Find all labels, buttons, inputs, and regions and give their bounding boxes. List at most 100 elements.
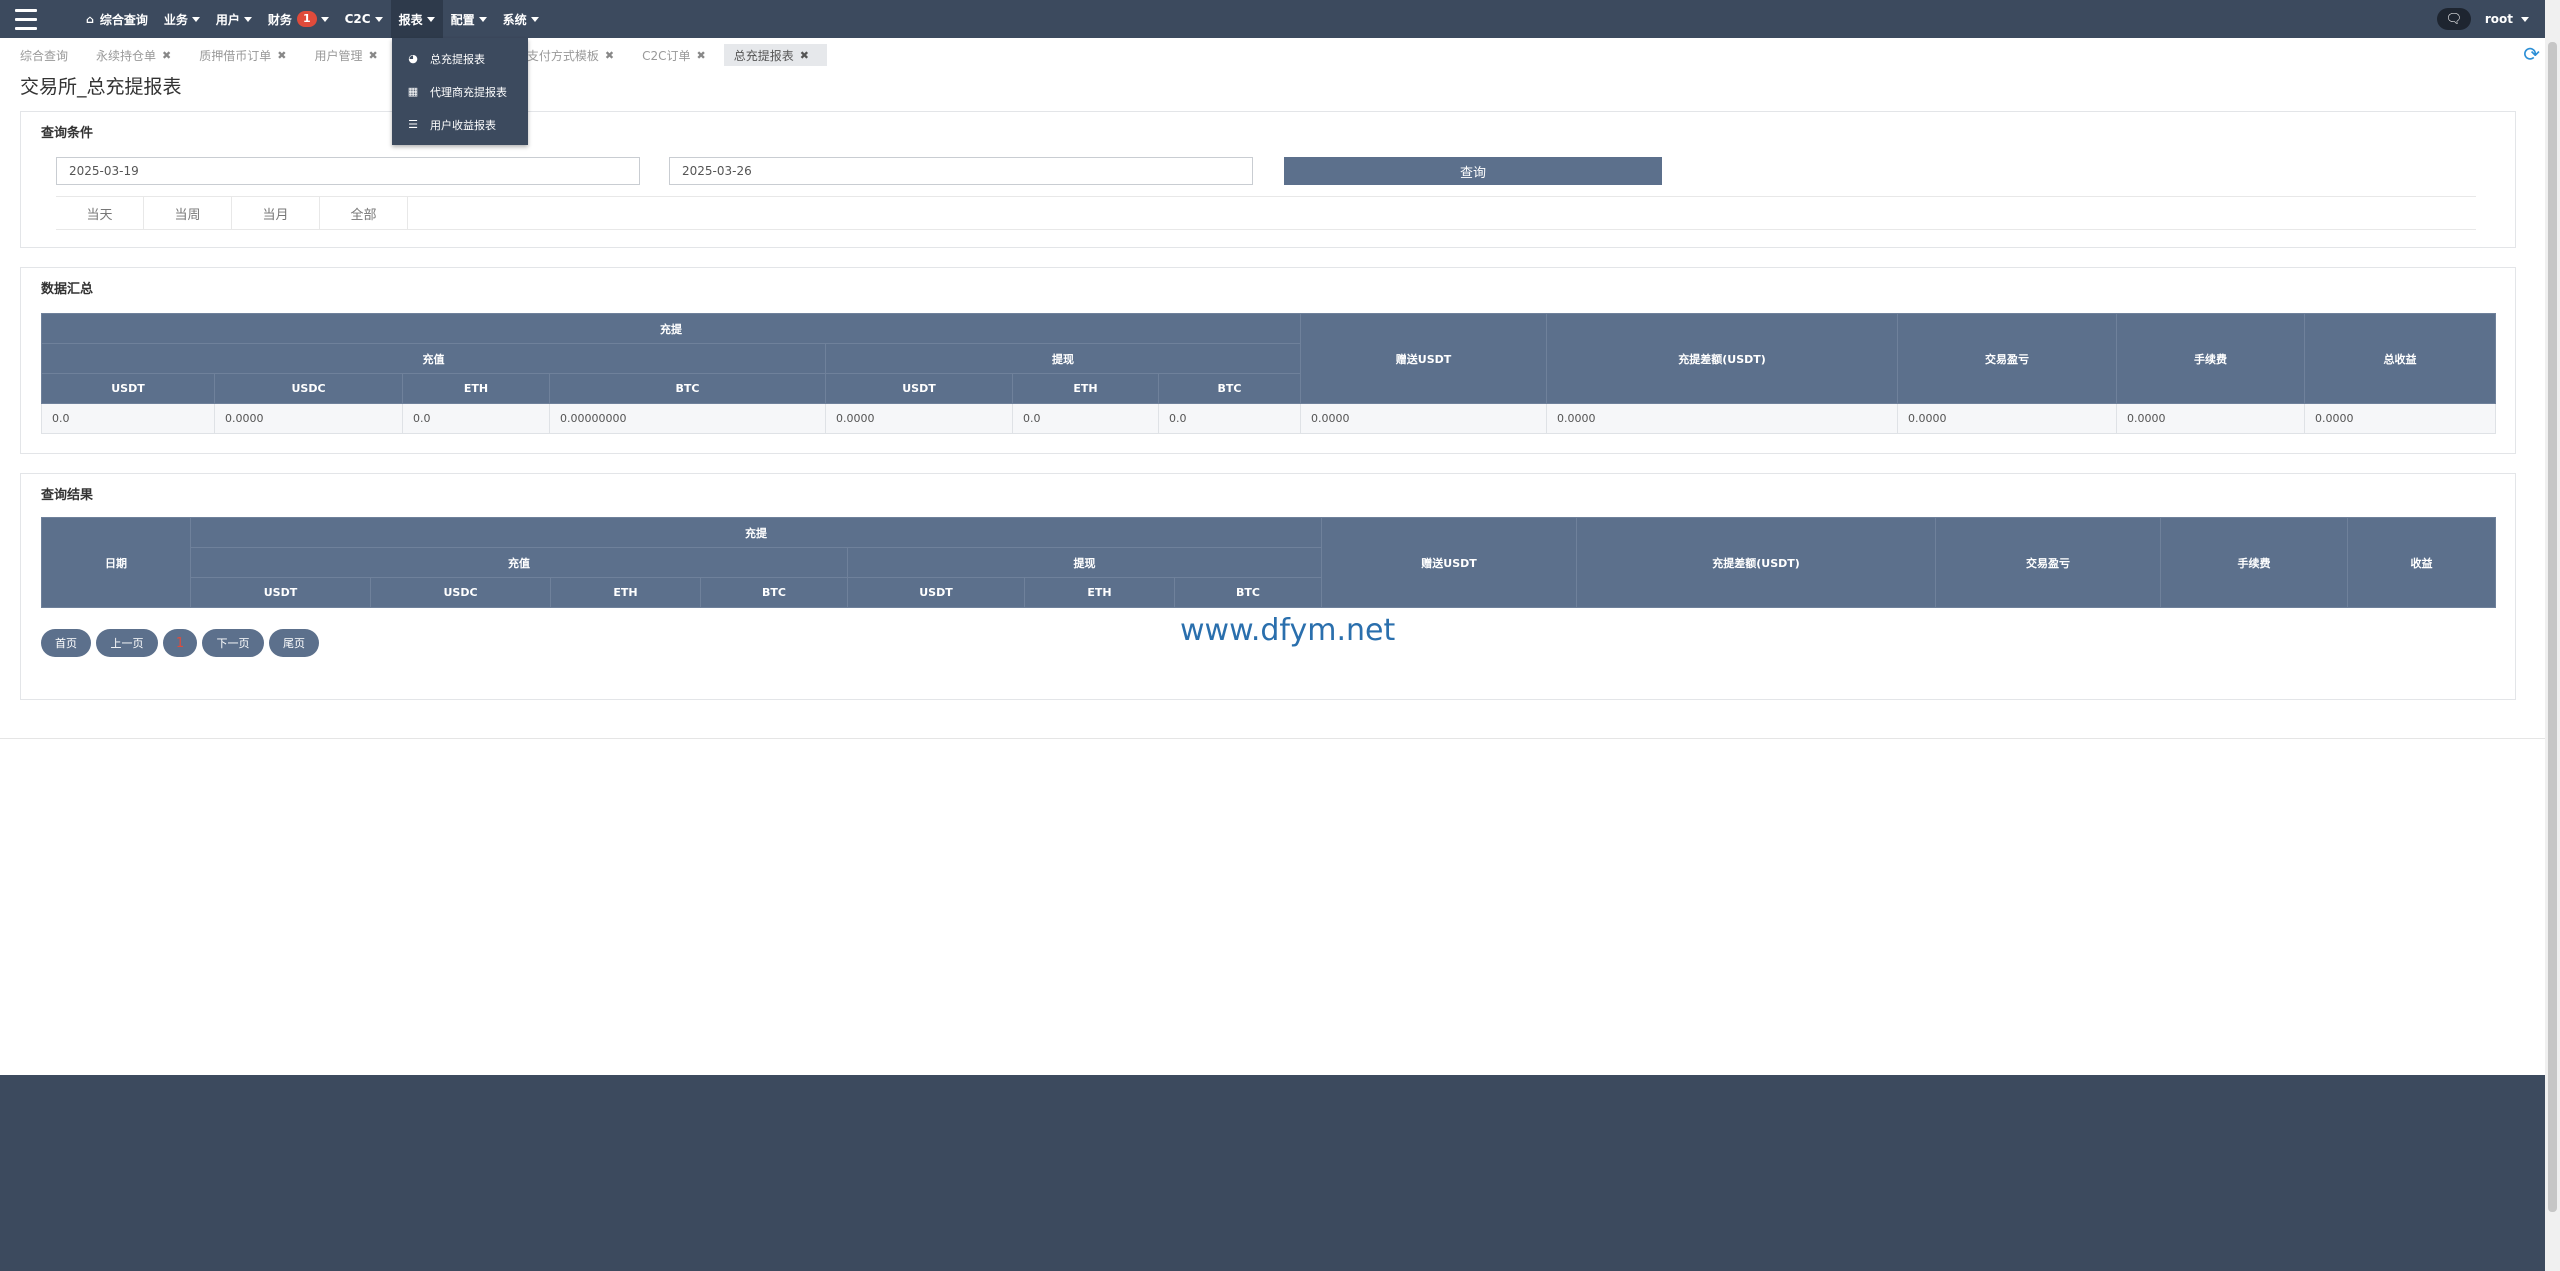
close-icon[interactable]: ✖	[162, 49, 171, 62]
nav-menu: ⌂ 综合查询 业务 用户 财务 1 C2C 报表 配置 系统	[78, 0, 547, 38]
nav-config[interactable]: 配置	[443, 0, 495, 38]
quick-month-button[interactable]: 当月	[232, 197, 320, 229]
tab-label: 用户管理	[314, 48, 363, 63]
header-recharge: 充值	[41, 343, 826, 374]
cell: 0.0	[41, 403, 215, 434]
dropdown-item-label: 总充提报表	[430, 52, 485, 66]
nav-config-label: 配置	[450, 12, 475, 27]
close-icon[interactable]: ✖	[277, 49, 286, 62]
nav-finance[interactable]: 财务 1	[260, 0, 337, 38]
header-withdraw: 提现	[846, 547, 1323, 578]
reports-dropdown: ◕ 总充提报表 ▦ 代理商充提报表 ☰ 用户收益报表	[392, 38, 528, 145]
nav-user-label: 用户	[215, 12, 240, 27]
chat-bubble-icon: 🗨	[2445, 11, 2463, 27]
end-date-input[interactable]: 2025-03-26	[669, 157, 1253, 185]
tab-query[interactable]: 综合查询	[10, 44, 86, 66]
quick-week-button[interactable]: 当周	[144, 197, 232, 229]
close-icon[interactable]: ✖	[697, 49, 706, 62]
dropdown-item-agent-report[interactable]: ▦ 代理商充提报表	[392, 75, 528, 108]
close-icon[interactable]: ✖	[605, 49, 614, 62]
caret-down-icon	[374, 16, 383, 22]
watermark-text: www.dfym.net	[1180, 613, 1396, 648]
home-icon: ⌂	[86, 12, 94, 26]
current-page-number: 1	[175, 635, 185, 651]
header-recharge-withdraw: 充提	[40, 313, 1302, 344]
hamburger-icon	[15, 6, 37, 33]
list-icon: ☰	[408, 118, 418, 131]
top-navbar: ⌂ 综合查询 业务 用户 财务 1 C2C 报表 配置 系统 🗨 root	[0, 0, 2545, 38]
caret-down-icon	[2521, 16, 2529, 22]
header-recharge-usdt: USDT	[41, 373, 215, 404]
quick-all-button[interactable]: 全部	[320, 197, 408, 229]
query-panel-title: 查询条件	[41, 126, 94, 141]
next-page-button[interactable]: 下一页	[202, 629, 264, 657]
results-table: 日期 充提 赠送USDT 充提差额(USDT) 交易盈亏 手续费 收益 充值 提…	[41, 517, 2497, 608]
menu-toggle-button[interactable]	[0, 0, 52, 38]
cell: 0.0000	[2304, 403, 2497, 434]
header-withdraw-btc: BTC	[1173, 577, 1323, 608]
header-recharge: 充值	[190, 547, 848, 578]
current-page-button[interactable]: 1	[163, 629, 197, 657]
header-recharge-btc: BTC	[549, 373, 826, 404]
header-total-income: 总收益	[2304, 313, 2497, 404]
nav-reports[interactable]: 报表	[390, 0, 443, 38]
footer	[0, 1075, 2545, 1271]
tab-label: C2C订单	[642, 48, 691, 63]
nav-user[interactable]: 用户	[208, 0, 260, 38]
header-recharge-usdc: USDC	[370, 577, 551, 608]
cell: 0.0	[1012, 403, 1159, 434]
nav-home[interactable]: ⌂ 综合查询	[78, 0, 156, 38]
query-button[interactable]: 查询	[1284, 157, 1662, 185]
tab-pledge[interactable]: 质押借币订单 ✖	[189, 44, 304, 66]
prev-page-button[interactable]: 上一页	[96, 629, 158, 657]
header-diff: 充提差额(USDT)	[1576, 517, 1937, 608]
nav-business-label: 业务	[163, 12, 188, 27]
header-withdraw-usdt: USDT	[847, 577, 1025, 608]
caret-down-icon	[478, 16, 487, 22]
header-recharge-withdraw: 充提	[189, 517, 1323, 548]
user-menu[interactable]: root	[2485, 12, 2529, 26]
cell: 0.00000000	[549, 403, 826, 434]
close-icon[interactable]: ✖	[800, 49, 809, 62]
tab-perpetual[interactable]: 永续持仓单 ✖	[86, 44, 189, 66]
cell: 0.0000	[1300, 403, 1548, 434]
cell: 0.0000	[1897, 403, 2118, 434]
refresh-icon[interactable]: ⟳	[2523, 42, 2540, 66]
tab-label: 质押借币订单	[199, 48, 272, 63]
tab-label: 综合查询	[20, 48, 69, 63]
last-page-button[interactable]: 尾页	[269, 629, 319, 657]
header-recharge-usdc: USDC	[214, 373, 403, 404]
results-panel: 查询结果 日期 充提 赠送USDT 充提差额(USDT) 交易盈亏 手续费 收益…	[20, 473, 2516, 700]
header-withdraw-btc: BTC	[1157, 373, 1302, 404]
dropdown-item-user-income[interactable]: ☰ 用户收益报表	[392, 108, 528, 141]
header-withdraw: 提现	[824, 343, 1302, 374]
close-icon[interactable]: ✖	[369, 49, 378, 62]
nav-c2c[interactable]: C2C	[337, 0, 391, 38]
tab-total-report[interactable]: 总充提报表 ✖	[723, 44, 827, 66]
header-recharge-btc: BTC	[700, 577, 848, 608]
header-withdraw-usdt: USDT	[825, 373, 1013, 404]
pie-chart-icon: ◕	[408, 52, 418, 65]
tab-c2c-orders[interactable]: C2C订单 ✖	[632, 44, 724, 66]
username: root	[2484, 12, 2513, 26]
cell: 0.0000	[825, 403, 1013, 434]
sitemap-icon: ▦	[407, 85, 419, 98]
notification-badge: 1	[296, 11, 317, 27]
chat-button[interactable]: 🗨	[2436, 8, 2471, 30]
nav-business[interactable]: 业务	[156, 0, 208, 38]
scrollbar[interactable]	[2545, 0, 2560, 1271]
nav-system[interactable]: 系统	[495, 0, 547, 38]
cell: 0.0	[402, 403, 550, 434]
dropdown-item-total-report[interactable]: ◕ 总充提报表	[392, 42, 528, 75]
cell: 0.0	[1157, 403, 1302, 434]
start-date-input[interactable]: 2025-03-19	[56, 157, 640, 185]
tab-label: 总充提报表	[733, 48, 794, 63]
caret-down-icon	[243, 16, 252, 22]
cell: 0.0000	[214, 403, 403, 434]
caret-down-icon	[530, 16, 539, 22]
first-page-button[interactable]: 首页	[41, 629, 91, 657]
header-gift-usdt: 赠送USDT	[1300, 313, 1548, 404]
scrollbar-thumb[interactable]	[2548, 42, 2557, 1212]
quick-today-button[interactable]: 当天	[56, 197, 144, 229]
summary-panel: 数据汇总 充提 赠送USDT 充提差额(USDT) 交易盈亏 手续费 总收益 充…	[20, 267, 2516, 454]
